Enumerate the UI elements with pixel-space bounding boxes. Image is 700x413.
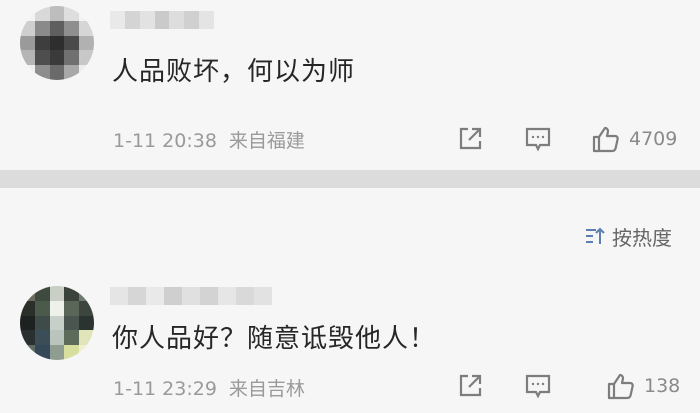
share-button[interactable]: [456, 123, 484, 155]
sort-icon: [586, 227, 605, 244]
thumbs-up-icon: [607, 373, 634, 400]
reply-button[interactable]: [524, 370, 552, 402]
like-button[interactable]: 138: [606, 370, 680, 402]
comment-text: 你人品好？随意诋毁他人！: [112, 324, 437, 354]
comment-item: 人品败坏，何以为师 1-11 20:38 来自福建 4709: [0, 0, 700, 170]
share-icon: [459, 374, 482, 397]
sort-label: 按热度: [612, 225, 672, 250]
sort-bar: 按热度: [0, 188, 700, 278]
comment-icon: [525, 374, 551, 399]
like-button[interactable]: 4709: [591, 123, 677, 155]
thumbs-up-icon: [592, 126, 619, 153]
share-icon: [459, 127, 482, 150]
avatar[interactable]: [20, 286, 94, 360]
reply-button[interactable]: [524, 123, 552, 155]
like-count: 138: [644, 375, 681, 397]
sort-by-hot-button[interactable]: 按热度: [584, 222, 672, 250]
like-count: 4709: [629, 128, 678, 150]
share-button[interactable]: [456, 370, 484, 402]
comment-actions: 4709: [0, 123, 700, 155]
comment-icon: [525, 127, 551, 152]
comment-feed: 人品败坏，何以为师 1-11 20:38 来自福建 4709 按热度 你人品好？…: [0, 0, 700, 413]
comment-actions: 138: [0, 370, 700, 402]
section-divider: [0, 170, 700, 188]
username-blurred[interactable]: [110, 11, 215, 29]
comment-item: 你人品好？随意诋毁他人！ 1-11 23:29 来自吉林 138: [0, 278, 700, 413]
avatar[interactable]: [20, 6, 94, 80]
username-blurred[interactable]: [110, 287, 272, 305]
comment-text: 人品败坏，何以为师: [112, 57, 356, 87]
